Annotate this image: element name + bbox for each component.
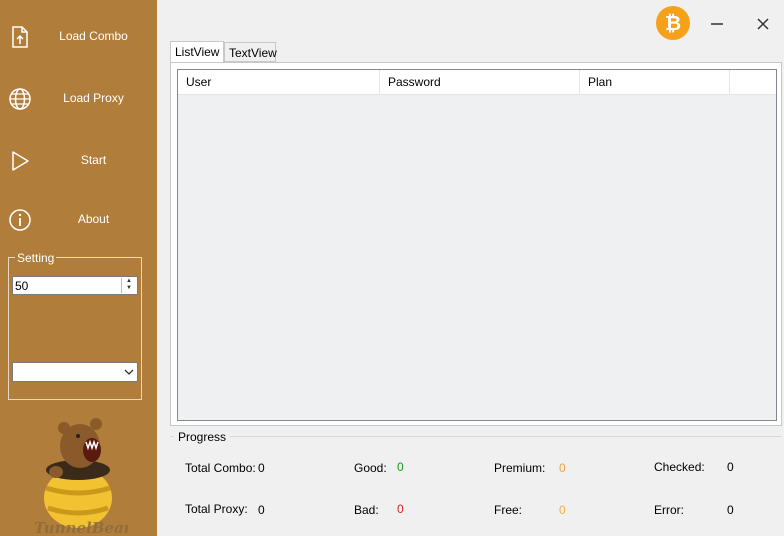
- close-icon[interactable]: [752, 13, 774, 35]
- threads-value[interactable]: 50: [15, 279, 28, 293]
- good-value: 0: [397, 460, 404, 474]
- start-label: Start: [80, 153, 107, 167]
- free-value: 0: [559, 503, 566, 517]
- total-proxy-label: Total Proxy:: [185, 502, 248, 516]
- load-proxy-button[interactable]: Load Proxy: [0, 79, 157, 119]
- checked-value: 0: [727, 460, 734, 474]
- about-label: About: [77, 212, 110, 226]
- svg-text:₿: ₿: [665, 11, 681, 35]
- column-header-user[interactable]: User: [178, 70, 380, 94]
- tab-listview-label: ListView: [175, 45, 220, 59]
- premium-value: 0: [559, 461, 566, 475]
- tunnelbear-logo: TunnelBear: [34, 418, 128, 536]
- globe-icon: [9, 88, 31, 110]
- load-proxy-label: Load Proxy: [63, 91, 124, 105]
- listview-tabpage: User Password Plan: [170, 62, 782, 426]
- checked-label: Checked:: [654, 460, 705, 474]
- file-upload-icon: [12, 26, 28, 48]
- load-combo-button[interactable]: Load Combo: [0, 17, 157, 57]
- spinner-up-icon[interactable]: ▲: [122, 278, 136, 285]
- load-combo-label: Load Combo: [59, 29, 128, 43]
- total-proxy-value: 0: [258, 503, 265, 517]
- svg-text:TunnelBear: TunnelBear: [34, 519, 128, 536]
- play-icon: [12, 151, 29, 171]
- error-label: Error:: [654, 503, 684, 517]
- threads-spinner[interactable]: 50 ▲ ▼: [12, 276, 138, 295]
- spinner-buttons[interactable]: ▲ ▼: [121, 278, 136, 293]
- total-combo-label: Total Combo:: [185, 461, 256, 475]
- spinner-down-icon[interactable]: ▼: [122, 285, 136, 292]
- info-icon: [9, 209, 31, 231]
- free-label: Free:: [494, 503, 523, 517]
- chevron-down-icon[interactable]: [124, 367, 134, 377]
- tab-textview-label: TextView: [229, 46, 277, 60]
- results-listview[interactable]: User Password Plan: [177, 69, 777, 421]
- tab-listview[interactable]: ListView: [170, 41, 224, 63]
- progress-legend: Progress: [174, 430, 231, 444]
- about-button[interactable]: About: [0, 200, 157, 240]
- error-value: 0: [727, 503, 734, 517]
- bad-value: 0: [397, 502, 404, 516]
- tab-textview[interactable]: TextView: [224, 42, 277, 62]
- column-header-extra[interactable]: [730, 70, 776, 94]
- premium-label: Premium:: [494, 461, 546, 475]
- total-combo-value: 0: [258, 461, 265, 475]
- minimize-icon[interactable]: [706, 13, 728, 35]
- bitcoin-icon[interactable]: ₿: [655, 5, 691, 41]
- column-header-password[interactable]: Password: [380, 70, 580, 94]
- column-header-plan[interactable]: Plan: [580, 70, 730, 94]
- start-button[interactable]: Start: [0, 141, 157, 181]
- bad-label: Bad:: [354, 503, 379, 517]
- listview-header: User Password Plan: [178, 70, 776, 95]
- setting-legend: Setting: [15, 251, 57, 265]
- good-label: Good:: [354, 461, 387, 475]
- sidebar: Load Combo Load Proxy Start About Settin…: [0, 0, 157, 536]
- proxy-type-dropdown[interactable]: [12, 362, 138, 382]
